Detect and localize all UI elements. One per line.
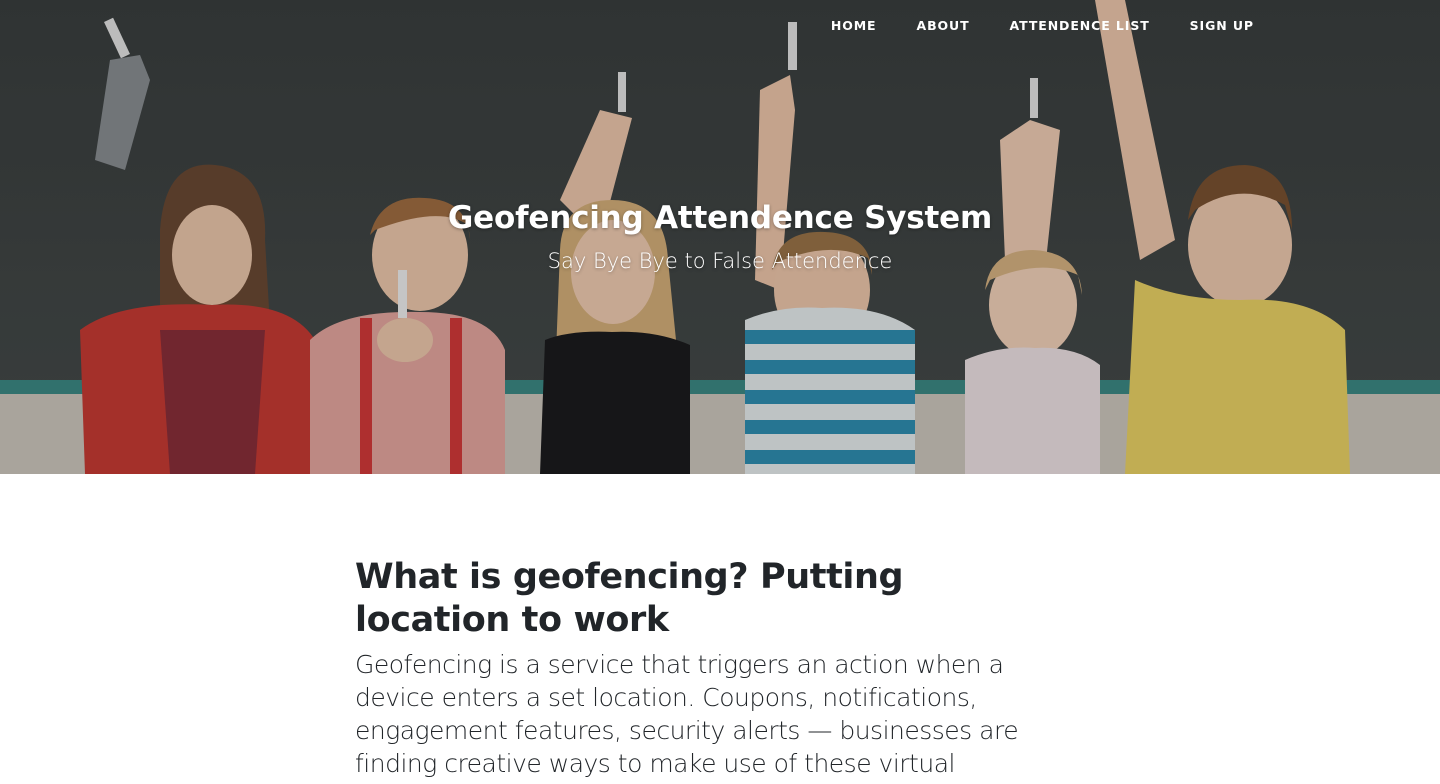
nav-about-link[interactable]: ABOUT [917, 18, 970, 34]
nav-attendence-list-link[interactable]: ATTENDENCE LIST [1010, 18, 1150, 34]
article-body: Geofencing is a service that triggers an… [355, 650, 1019, 778]
article-heading: What is geofencing? Putting location to … [355, 557, 904, 640]
main-nav: HOME ABOUT ATTENDENCE LIST SIGN UP [831, 18, 1254, 34]
hero-subtitle: Say Bye Bye to False Attendence [547, 249, 893, 273]
nav-home-link[interactable]: HOME [831, 18, 877, 34]
article: What is geofencing? Putting location to … [355, 556, 1055, 780]
nav-sign-up-link[interactable]: SIGN UP [1190, 18, 1254, 34]
hero-text: Geofencing Attendence System Say Bye Bye… [0, 196, 1440, 282]
hero-section: HOME ABOUT ATTENDENCE LIST SIGN UP Geofe… [0, 0, 1440, 474]
hero-title: Geofencing Attendence System [447, 200, 993, 236]
main-content: What is geofencing? Putting location to … [0, 474, 1440, 784]
